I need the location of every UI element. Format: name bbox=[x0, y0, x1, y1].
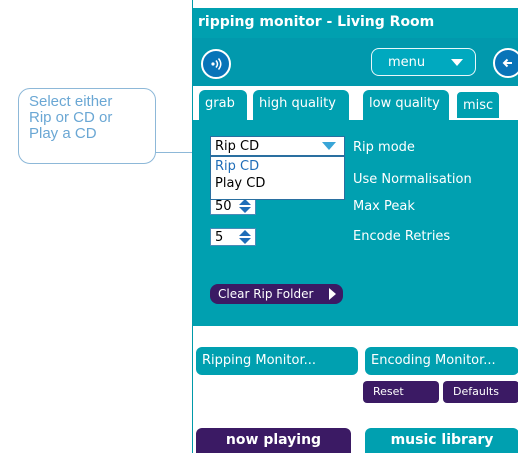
menu-label: menu bbox=[388, 55, 426, 70]
callout-line-2: Rip or CD or bbox=[29, 109, 113, 126]
ripping-monitor-panel: ripping monitor - Living Room menu grab … bbox=[192, 0, 518, 453]
rip-mode-value: Rip CD bbox=[215, 139, 260, 154]
arrow-down-icon[interactable] bbox=[239, 207, 251, 213]
reset-button[interactable]: Reset bbox=[363, 381, 439, 403]
chevron-down-icon bbox=[322, 142, 336, 150]
rip-mode-label: Rip mode bbox=[353, 140, 415, 155]
defaults-button[interactable]: Defaults bbox=[443, 381, 518, 403]
option-play-cd[interactable]: Play CD bbox=[211, 174, 344, 191]
window-title: ripping monitor - Living Room bbox=[193, 8, 518, 38]
now-playing-tab[interactable]: now playing bbox=[196, 428, 351, 453]
tab-misc[interactable]: misc bbox=[455, 90, 501, 120]
option-rip-cd[interactable]: Rip CD bbox=[211, 157, 344, 174]
normalisation-label: Use Normalisation bbox=[353, 172, 472, 187]
rip-mode-select[interactable]: Rip CD bbox=[210, 136, 345, 156]
help-callout: Select either Rip or CD or Play a CD bbox=[18, 88, 156, 164]
max-peak-label: Max Peak bbox=[353, 199, 415, 214]
callout-line-1: Select either bbox=[29, 93, 113, 110]
encoding-monitor-button[interactable]: Encoding Monitor... bbox=[365, 347, 518, 375]
back-button[interactable] bbox=[493, 48, 518, 78]
arrow-down-icon[interactable] bbox=[239, 238, 251, 244]
rip-mode-options: Rip CD Play CD bbox=[210, 156, 345, 200]
encode-retries-stepper[interactable]: 5 bbox=[210, 228, 256, 246]
tab-grab[interactable]: grab bbox=[199, 90, 247, 120]
max-peak-value: 50 bbox=[215, 199, 232, 214]
chevron-down-icon bbox=[451, 59, 463, 66]
speaker-icon bbox=[208, 56, 224, 71]
toolbar: menu bbox=[193, 38, 518, 86]
play-arrow-icon bbox=[329, 288, 336, 300]
speaker-button[interactable] bbox=[201, 49, 231, 79]
menu-button[interactable]: menu bbox=[371, 48, 476, 76]
arrow-up-icon[interactable] bbox=[239, 230, 251, 236]
misc-settings-pane: Rip CD Rip CD Play CD Rip mode Use Norma… bbox=[193, 120, 518, 326]
tab-high-quality[interactable]: high quality bbox=[253, 90, 349, 120]
back-arrow-icon bbox=[500, 55, 516, 70]
callout-line-3: Play a CD bbox=[29, 125, 97, 142]
tab-bar: grab high quality low quality misc bbox=[193, 86, 518, 120]
clear-rip-folder-label: Clear Rip Folder bbox=[218, 287, 314, 301]
tab-low-quality[interactable]: low quality bbox=[363, 90, 449, 120]
clear-rip-folder-button[interactable]: Clear Rip Folder bbox=[210, 284, 343, 304]
ripping-monitor-button[interactable]: Ripping Monitor... bbox=[196, 347, 358, 375]
encode-retries-value: 5 bbox=[215, 230, 224, 245]
music-library-tab[interactable]: music library bbox=[365, 428, 518, 453]
encode-retries-label: Encode Retries bbox=[353, 229, 451, 244]
